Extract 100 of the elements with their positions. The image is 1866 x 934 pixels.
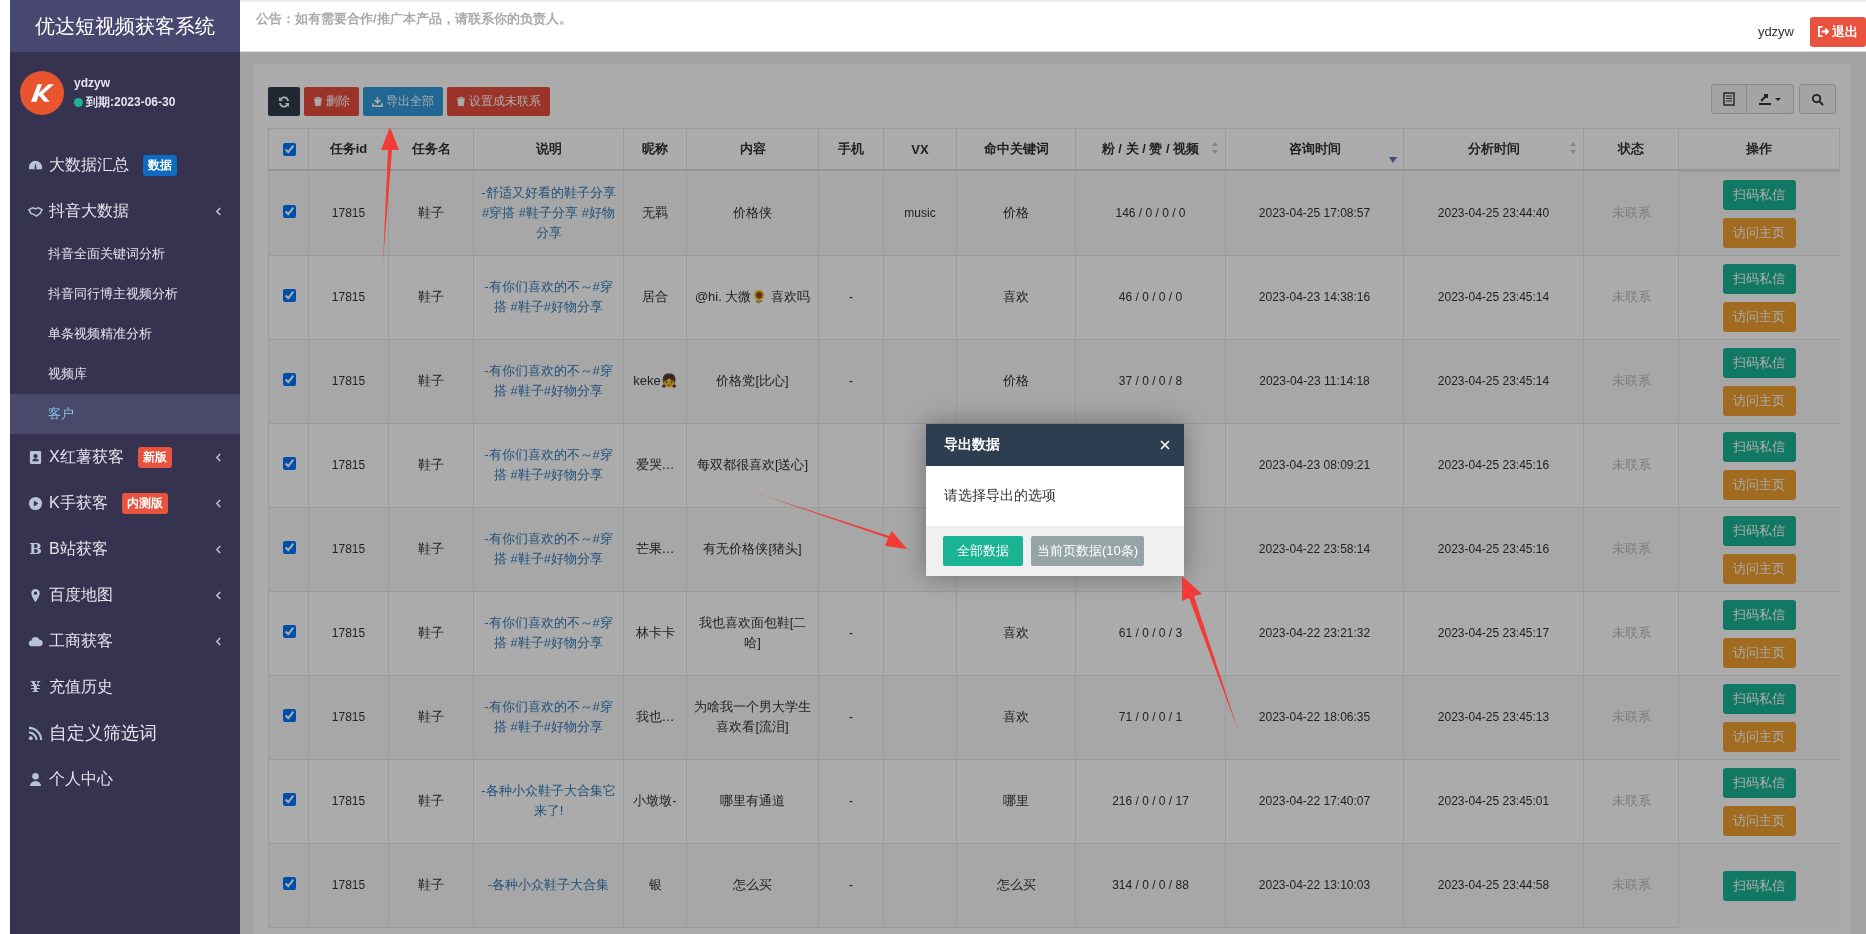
close-icon[interactable] xyxy=(1160,440,1170,450)
refresh-icon xyxy=(278,95,290,108)
table-cell: 2023-04-25 23:45:16 xyxy=(1437,542,1550,556)
menu-glyph: B xyxy=(28,540,43,558)
sort-icon xyxy=(1569,141,1577,155)
row-checkbox[interactable] xyxy=(282,373,296,386)
table-cell: 17815 xyxy=(331,794,366,808)
table-cell: 17815 xyxy=(331,542,366,556)
table-cell: 鞋子 xyxy=(418,204,444,220)
table-cell: 2023-04-25 23:45:01 xyxy=(1437,794,1550,808)
refresh-button[interactable] xyxy=(268,87,300,116)
submenu-item[interactable]: 视频库 xyxy=(10,354,240,394)
visit-button[interactable]: 访问主页 xyxy=(1722,217,1796,248)
menu-item[interactable]: ¥ 充值历史 xyxy=(10,664,240,710)
table-cell: 鞋子 xyxy=(418,709,444,724)
message-button[interactable]: 扫码私信 xyxy=(1722,431,1796,462)
menu-item[interactable]: K手获客 内测版 xyxy=(10,480,240,526)
menu-item[interactable]: X红薯获客 新版 xyxy=(10,434,240,480)
list-icon xyxy=(1722,92,1736,106)
submenu-item[interactable]: 抖音全面关键词分析 xyxy=(10,234,240,274)
message-button[interactable]: 扫码私信 xyxy=(1722,767,1796,798)
submenu-item[interactable]: 单条视频精准分析 xyxy=(10,314,240,354)
column-header: 手机 xyxy=(818,128,884,170)
user-name: ydzyw xyxy=(1757,24,1794,39)
message-button[interactable]: 扫码私信 xyxy=(1722,683,1796,714)
visit-button[interactable]: 访问主页 xyxy=(1722,553,1796,584)
table-cell: 喜欢 xyxy=(1003,709,1029,724)
menu-item[interactable]: 个人中心 xyxy=(10,756,240,802)
table-cell: 2023-04-23 14:38:16 xyxy=(1258,290,1371,304)
table-cell: 2023-04-23 11:14:18 xyxy=(1259,374,1370,388)
table-cell: 2023-04-25 23:44:40 xyxy=(1437,205,1550,220)
search-button[interactable] xyxy=(1799,84,1836,114)
expiry-date: 到期:2023-06-30 xyxy=(86,93,176,111)
row-checkbox[interactable] xyxy=(282,457,296,470)
visit-button[interactable]: 访问主页 xyxy=(1722,805,1796,836)
message-button[interactable]: 扫码私信 xyxy=(1722,179,1796,210)
table-cell: 有无价格侠[猪头] xyxy=(703,541,802,556)
table-cell: 71 / 0 / 0 / 1 xyxy=(1118,710,1183,724)
row-checkbox[interactable] xyxy=(282,877,296,890)
message-button[interactable]: 扫码私信 xyxy=(1722,599,1796,630)
row-checkbox[interactable] xyxy=(282,204,296,218)
dialog-title: 导出数据 xyxy=(944,436,1000,454)
table-cell: 46 / 0 / 0 / 0 xyxy=(1118,290,1183,304)
export-page-button[interactable]: 当前页数据(10条) xyxy=(1031,536,1145,566)
column-header: 内容 xyxy=(686,128,819,170)
menu-item[interactable]: B B站获客 xyxy=(10,526,240,572)
row-checkbox[interactable] xyxy=(282,709,296,722)
table-cell: 2023-04-22 13:10:03 xyxy=(1258,878,1371,892)
export-button[interactable]: 导出全部 xyxy=(363,87,443,116)
table-cell: 2023-04-25 23:45:14 xyxy=(1437,290,1550,304)
export-caret-icon xyxy=(1757,92,1783,106)
action-button[interactable]: 删除 xyxy=(304,87,359,116)
menu-item[interactable]: 百度地图 xyxy=(10,572,240,618)
logout-button[interactable]: 退出 xyxy=(1810,16,1866,47)
row-checkbox[interactable] xyxy=(282,541,296,554)
visit-button[interactable]: 访问主页 xyxy=(1722,469,1796,500)
message-button[interactable]: 扫码私信 xyxy=(1722,347,1796,378)
table-cell: 爱哭… xyxy=(635,457,675,472)
row-checkbox[interactable] xyxy=(282,289,296,302)
submenu-item[interactable]: 抖音同行博主视频分析 xyxy=(10,274,240,314)
submenu-item[interactable]: 客户 xyxy=(10,394,240,434)
row-checkbox[interactable] xyxy=(282,793,296,806)
visit-button[interactable]: 访问主页 xyxy=(1722,721,1796,752)
export-dropdown-button[interactable] xyxy=(1747,84,1794,114)
column-header: 说明 xyxy=(473,128,624,170)
message-button[interactable]: 扫码私信 xyxy=(1722,263,1796,294)
menu-item[interactable]: 工商获客 xyxy=(10,618,240,664)
sort-desc-icon xyxy=(1389,157,1397,163)
row-checkbox[interactable] xyxy=(282,625,296,638)
visit-button[interactable]: 访问主页 xyxy=(1722,637,1796,668)
export-all-button[interactable]: 全部数据 xyxy=(943,536,1023,566)
table-cell: 银 xyxy=(648,877,662,892)
table-cell: 鞋子 xyxy=(418,457,444,472)
column-header[interactable]: 分析时间 xyxy=(1403,128,1584,170)
table-cell: 鞋子 xyxy=(418,541,444,556)
table-cell: 喜欢 xyxy=(1003,625,1029,640)
table-cell: 2023-04-22 23:58:14 xyxy=(1258,542,1371,556)
columns-button[interactable] xyxy=(1711,84,1747,114)
table-cell: 2023-04-25 23:45:14 xyxy=(1437,374,1550,388)
menu-item[interactable]: 大数据汇总 数据 xyxy=(10,142,240,188)
table-cell: 61 / 0 / 0 / 3 xyxy=(1118,626,1183,640)
table-cell: 2023-04-25 23:44:58 xyxy=(1437,878,1550,892)
menu-item[interactable]: 自定义筛选词 xyxy=(10,710,240,756)
message-button[interactable]: 扫码私信 xyxy=(1722,870,1796,901)
menu-item[interactable]: 抖音大数据 xyxy=(10,188,240,234)
notice-text: 公告：如有需要合作/推广本产品，请联系你的负责人。 xyxy=(255,10,573,28)
table-cell: - xyxy=(848,625,854,640)
play-icon xyxy=(28,495,43,511)
visit-button[interactable]: 访问主页 xyxy=(1722,301,1796,332)
table-cell: 芒果… xyxy=(635,541,675,556)
menu-badge: 新版 xyxy=(137,446,172,468)
message-button[interactable]: 扫码私信 xyxy=(1722,515,1796,546)
visit-button[interactable]: 访问主页 xyxy=(1722,385,1796,416)
select-all-checkbox[interactable] xyxy=(282,142,296,156)
column-header[interactable]: 咨询时间 xyxy=(1225,128,1404,170)
table-cell: 17815 xyxy=(331,710,366,724)
trash-icon xyxy=(313,96,323,107)
table-cell: 2023-04-25 23:45:16 xyxy=(1437,458,1550,472)
action-button[interactable]: 设置成未联系 xyxy=(447,87,550,116)
column-header[interactable]: 粉 / 关 / 赞 / 视频 xyxy=(1075,128,1226,170)
